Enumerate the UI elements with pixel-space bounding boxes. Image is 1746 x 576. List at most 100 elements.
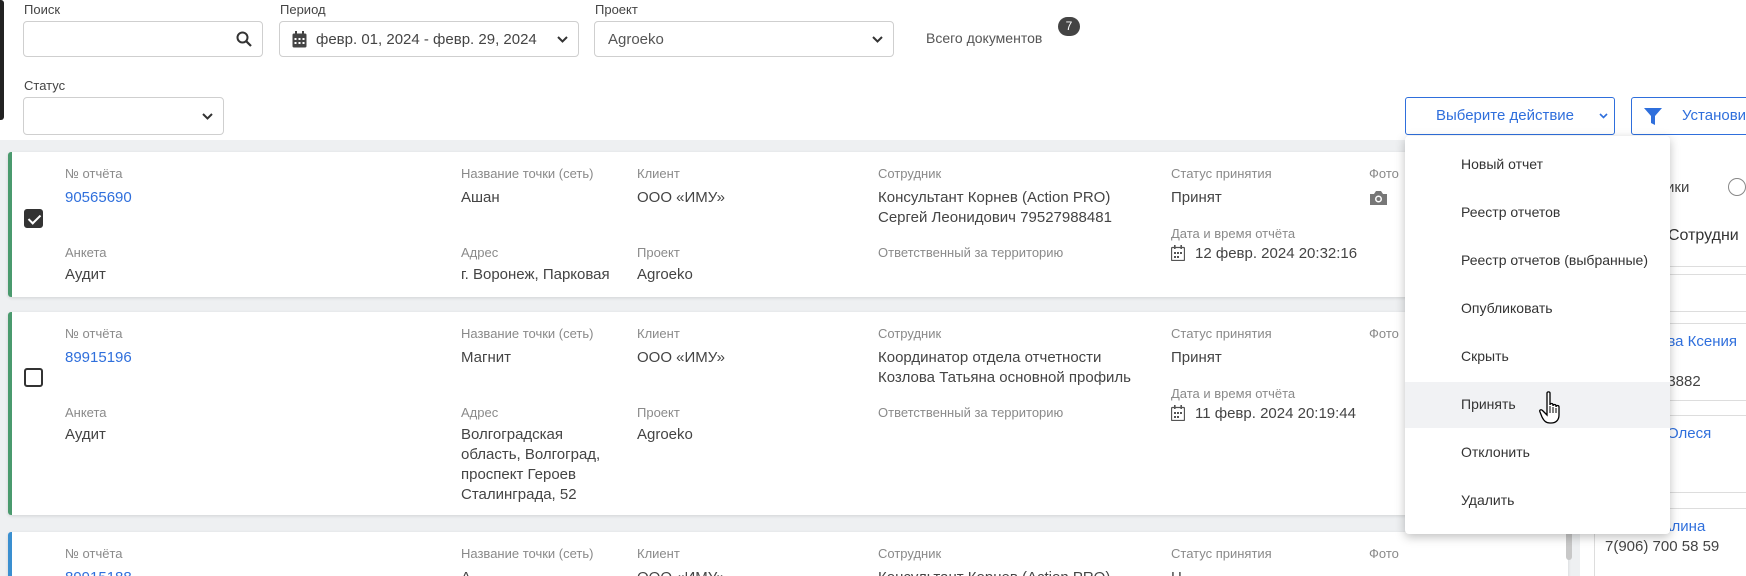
period-value: февр. 01, 2024 - февр. 29, 2024 [316, 31, 537, 48]
search-icon[interactable] [236, 31, 252, 47]
menu-item-publish[interactable]: Опубликовать [1405, 286, 1670, 332]
entry-name[interactable]: ова Ксения [1659, 332, 1737, 352]
address-line4: Сталинграда, 52 [461, 486, 577, 503]
project-value: Agroeko [637, 426, 693, 443]
report-card[interactable]: № отчёта 89915196 Анкета Аудит Название … [8, 312, 1568, 515]
menu-item-label: Скрыть [1461, 348, 1509, 364]
address-line2: область, Волгоград, [461, 446, 601, 463]
report-checkbox[interactable] [24, 368, 43, 387]
client-label: Клиент [637, 326, 680, 341]
project-label: Проект [637, 245, 680, 260]
menu-item-label: Опубликовать [1461, 300, 1553, 316]
filter-icon [1644, 108, 1662, 125]
project-label: Проект [637, 405, 680, 420]
client-label: Клиент [637, 546, 680, 561]
menu-item-new-report[interactable]: Новый отчет [1405, 142, 1670, 188]
client-label: Клиент [637, 166, 680, 181]
window-edge [0, 0, 4, 120]
search-input[interactable] [23, 21, 263, 57]
status-label: Статус [24, 78, 66, 93]
photo-label: Фото [1369, 546, 1399, 561]
form-label: Анкета [65, 405, 107, 420]
menu-item-delete[interactable]: Удалить [1405, 478, 1670, 524]
point-value: Магнит [461, 349, 512, 366]
camera-icon[interactable] [1369, 190, 1388, 206]
form-value: Аудит [65, 426, 106, 443]
client-value: ООО «ИМУ» [637, 568, 725, 576]
status-label: Статус принятия [1171, 326, 1272, 341]
menu-item-hide[interactable]: Скрыть [1405, 334, 1670, 380]
report-no-link[interactable]: 89915188 [65, 568, 132, 576]
action-menu: Новый отчет Реестр отчетов Реестр отчето… [1405, 136, 1670, 534]
status-bar [8, 312, 12, 515]
point-label: Название точки (сеть) [461, 546, 594, 561]
report-card[interactable]: № отчёта 90565690 Анкета Аудит Название … [8, 152, 1568, 297]
datetime-value: 11 февр. 2024 20:19:44 [1195, 405, 1356, 422]
chevron-down-icon [557, 36, 568, 43]
form-value: Аудит [65, 266, 106, 283]
project-label: Проект [595, 2, 638, 17]
point-value: А [461, 568, 471, 576]
menu-item-label: Реестр отчетов (выбранные) [1461, 252, 1648, 268]
menu-item-accept[interactable]: Принять [1405, 382, 1670, 428]
menu-item-reports-registry-selected[interactable]: Реестр отчетов (выбранные) [1405, 238, 1670, 284]
menu-item-reject[interactable]: Отклонить [1405, 430, 1670, 476]
apply-filter-button[interactable]: Установи [1631, 97, 1746, 135]
menu-item-label: Новый отчет [1461, 156, 1544, 172]
panel-toggle[interactable] [1728, 178, 1746, 196]
point-label: Название точки (сеть) [461, 326, 594, 341]
employee-label: Сотрудник [878, 326, 942, 341]
entry-phone: 7(906) 700 58 59 [1605, 538, 1720, 555]
status-select[interactable] [23, 97, 224, 135]
select-action-label: Выберите действие [1436, 107, 1575, 124]
chevron-down-icon [202, 113, 213, 120]
project-value: Agroeko [608, 31, 664, 48]
calendar-icon [1171, 405, 1185, 421]
total-documents-badge: 7 [1058, 17, 1080, 36]
menu-item-label: Реестр отчетов [1461, 204, 1561, 220]
responsible-label: Ответственный за территорию [878, 405, 1064, 420]
total-documents-label: Всего документов [926, 30, 1043, 46]
point-value: Ашан [461, 189, 500, 206]
address-value: г. Воронеж, Парковая [461, 266, 610, 283]
photo-label: Фото [1369, 166, 1399, 181]
menu-item-reports-registry[interactable]: Реестр отчетов [1405, 190, 1670, 236]
employee-label: Сотрудник [878, 166, 942, 181]
report-checkbox[interactable] [24, 209, 43, 228]
period-picker[interactable]: февр. 01, 2024 - февр. 29, 2024 [279, 21, 579, 57]
report-no-label: № отчёта [65, 546, 123, 561]
status-value: Н [1171, 568, 1182, 576]
employee-line1: Консультант Корнев (Action PRO) [878, 568, 1110, 576]
employee-line2: Козлова Татьяна основной профиль [878, 369, 1132, 386]
status-bar [8, 152, 12, 297]
hand-cursor-icon [1539, 391, 1560, 424]
photo-label: Фото [1369, 326, 1399, 341]
address-line1: Волгоградская [461, 426, 564, 443]
project-select[interactable]: Agroeko [594, 21, 894, 57]
status-label: Статус принятия [1171, 546, 1272, 561]
status-label: Статус принятия [1171, 166, 1272, 181]
report-no-link[interactable]: 89915196 [65, 348, 132, 368]
datetime-value: 12 февр. 2024 20:32:16 [1195, 245, 1358, 262]
report-card[interactable]: № отчёта 89915188 Название точки (сеть) … [8, 532, 1568, 576]
report-no-link[interactable]: 90565690 [65, 188, 132, 208]
point-label: Название точки (сеть) [461, 166, 594, 181]
responsible-label: Ответственный за территорию [878, 245, 1064, 260]
menu-item-label: Принять [1461, 396, 1516, 412]
menu-item-label: Отклонить [1461, 444, 1530, 460]
employee-label: Сотрудник [878, 546, 942, 561]
menu-item-label: Удалить [1461, 492, 1515, 508]
report-no-label: № отчёта [65, 166, 123, 181]
status-bar [8, 532, 12, 576]
apply-filter-label: Установи [1682, 107, 1746, 124]
calendar-icon [292, 31, 307, 48]
form-label: Анкета [65, 245, 107, 260]
entry-name[interactable]: Олеся [1667, 424, 1711, 444]
panel-title: Сотрудни [1668, 227, 1739, 244]
select-action-button[interactable]: Выберите действие [1405, 97, 1615, 135]
client-value: ООО «ИМУ» [637, 349, 725, 366]
address-label: Адрес [461, 245, 499, 260]
filters-panel: Поиск Период февр. 01, 2024 - февр. 29, … [0, 0, 1746, 140]
employee-line1: Координатор отдела отчетности [878, 349, 1102, 366]
status-value: Принят [1171, 189, 1222, 206]
